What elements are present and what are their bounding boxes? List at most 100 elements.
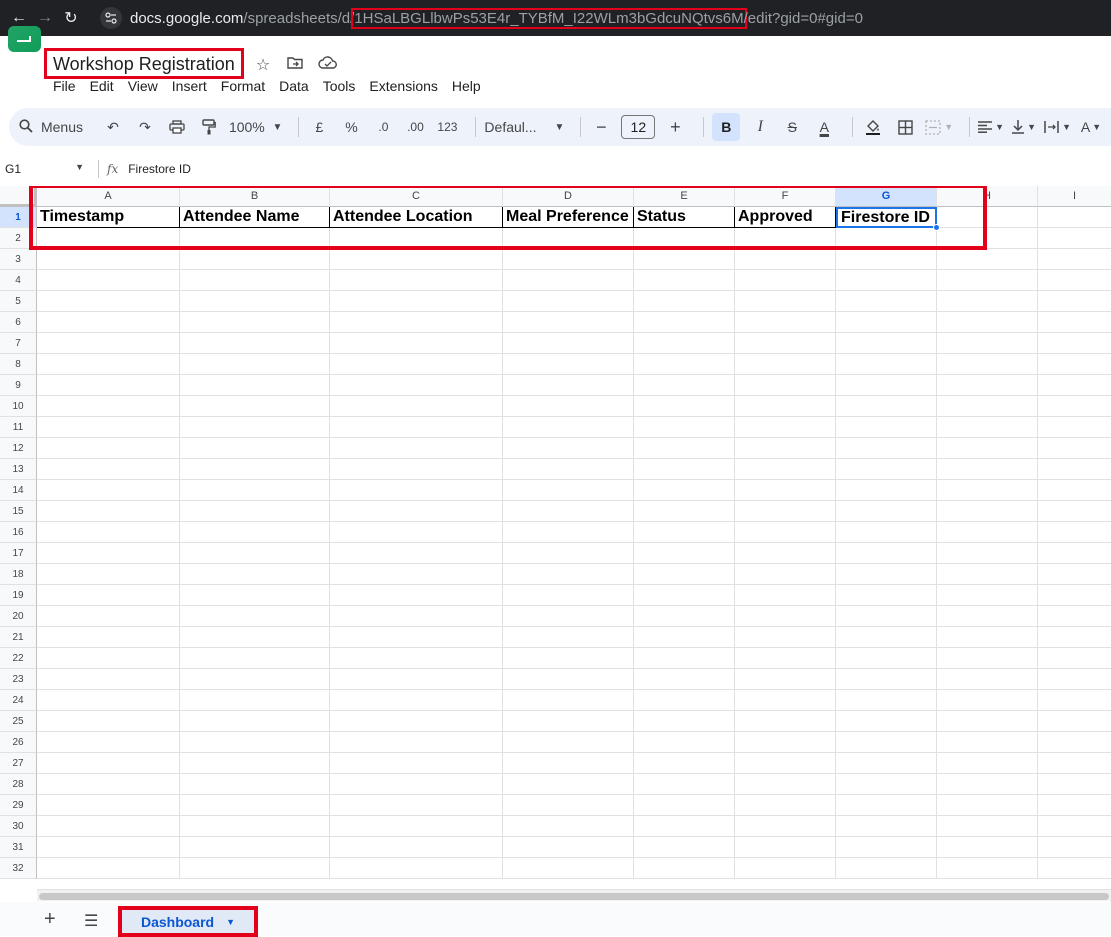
- grid-cell[interactable]: [836, 543, 937, 564]
- grid-cell[interactable]: [937, 627, 1038, 648]
- grid-cell[interactable]: [37, 396, 180, 417]
- grid-cell[interactable]: [1038, 732, 1111, 753]
- grid-cell[interactable]: [1038, 375, 1111, 396]
- grid-cell[interactable]: [180, 585, 330, 606]
- grid-cell[interactable]: [330, 753, 503, 774]
- row-header-26[interactable]: 26: [0, 732, 37, 753]
- grid-cell[interactable]: [735, 417, 836, 438]
- grid-cell[interactable]: [735, 858, 836, 879]
- vertical-align-icon[interactable]: ▼: [1012, 113, 1036, 141]
- row-header-17[interactable]: 17: [0, 543, 37, 564]
- grid-cell[interactable]: [735, 480, 836, 501]
- grid-cell[interactable]: [180, 459, 330, 480]
- grid-cell[interactable]: [37, 438, 180, 459]
- row-header-6[interactable]: 6: [0, 312, 37, 333]
- grid-cell[interactable]: [634, 858, 735, 879]
- grid-cell[interactable]: [634, 354, 735, 375]
- grid-cell[interactable]: [330, 774, 503, 795]
- grid-cell[interactable]: [937, 396, 1038, 417]
- grid-cell[interactable]: [180, 564, 330, 585]
- grid-cell[interactable]: [180, 627, 330, 648]
- grid-cell[interactable]: [1038, 396, 1111, 417]
- menu-view[interactable]: View: [128, 78, 158, 94]
- grid-cell[interactable]: [503, 375, 634, 396]
- grid-cell[interactable]: [634, 669, 735, 690]
- grid-cell[interactable]: [37, 522, 180, 543]
- grid-cell[interactable]: [634, 480, 735, 501]
- grid-cell[interactable]: [1038, 228, 1111, 249]
- spreadsheet-grid[interactable]: A B C D E F G H I 1 Timestamp Attendee Name Attendee…: [0, 186, 1111, 888]
- header-cell[interactable]: Timestamp: [37, 207, 180, 228]
- grid-cell[interactable]: [180, 669, 330, 690]
- grid-cell[interactable]: [836, 837, 937, 858]
- grid-cell[interactable]: [937, 270, 1038, 291]
- grid-cell[interactable]: [735, 459, 836, 480]
- grid-cell[interactable]: [836, 459, 937, 480]
- column-header-c[interactable]: C: [330, 186, 503, 207]
- grid-cell[interactable]: [503, 564, 634, 585]
- grid-cell[interactable]: [937, 669, 1038, 690]
- grid-cell[interactable]: [937, 858, 1038, 879]
- grid-cell[interactable]: [503, 711, 634, 732]
- grid-cell[interactable]: [503, 312, 634, 333]
- grid-cell[interactable]: [330, 627, 503, 648]
- row-header-20[interactable]: 20: [0, 606, 37, 627]
- grid-cell[interactable]: [1038, 501, 1111, 522]
- grid-cell[interactable]: [180, 732, 330, 753]
- grid-cell[interactable]: [330, 543, 503, 564]
- row-header-14[interactable]: 14: [0, 480, 37, 501]
- grid-cell[interactable]: [836, 501, 937, 522]
- grid-cell[interactable]: [634, 564, 735, 585]
- grid-cell[interactable]: [37, 228, 180, 249]
- grid-cell[interactable]: [1038, 669, 1111, 690]
- grid-cell[interactable]: [836, 291, 937, 312]
- grid-cell[interactable]: [1038, 522, 1111, 543]
- fill-color-icon[interactable]: [861, 113, 885, 141]
- number-format-button[interactable]: 123: [435, 113, 459, 141]
- grid-cell[interactable]: [37, 732, 180, 753]
- grid-cell[interactable]: [37, 543, 180, 564]
- font-size-input[interactable]: 12: [621, 113, 656, 141]
- grid-cell[interactable]: [180, 753, 330, 774]
- grid-cell[interactable]: [735, 543, 836, 564]
- grid-cell[interactable]: [1038, 333, 1111, 354]
- grid-cell[interactable]: [330, 795, 503, 816]
- grid-cell[interactable]: [503, 417, 634, 438]
- grid-cell[interactable]: [735, 501, 836, 522]
- grid-cell[interactable]: [37, 858, 180, 879]
- grid-cell[interactable]: [937, 417, 1038, 438]
- strikethrough-button[interactable]: S: [780, 113, 804, 141]
- cloud-status-icon[interactable]: [318, 55, 337, 75]
- grid-cell[interactable]: [37, 795, 180, 816]
- grid-cell[interactable]: [634, 270, 735, 291]
- header-cell[interactable]: Attendee Location: [330, 207, 503, 228]
- address-bar[interactable]: docs.google.com/spreadsheets/d/1HSaLBGLl…: [96, 4, 1111, 32]
- row-header-2[interactable]: 2: [0, 228, 37, 249]
- grid-cell[interactable]: [634, 774, 735, 795]
- grid-cell[interactable]: [836, 795, 937, 816]
- grid-cell[interactable]: [1038, 312, 1111, 333]
- grid-cell[interactable]: [735, 669, 836, 690]
- grid-cell[interactable]: [634, 585, 735, 606]
- grid-cell[interactable]: [180, 858, 330, 879]
- grid-cell[interactable]: [937, 816, 1038, 837]
- grid-cell[interactable]: [735, 753, 836, 774]
- grid-cell[interactable]: [37, 291, 180, 312]
- grid-cell[interactable]: [330, 291, 503, 312]
- row-header-13[interactable]: 13: [0, 459, 37, 480]
- menus-search-button[interactable]: Menus: [19, 113, 93, 141]
- grid-cell[interactable]: [735, 837, 836, 858]
- grid-cell[interactable]: [735, 249, 836, 270]
- grid-cell[interactable]: [937, 732, 1038, 753]
- grid-cell[interactable]: [836, 480, 937, 501]
- row-header-32[interactable]: 32: [0, 858, 37, 879]
- grid-cell[interactable]: [1038, 690, 1111, 711]
- column-header-d[interactable]: D: [503, 186, 634, 207]
- grid-cell[interactable]: [634, 396, 735, 417]
- grid-cell[interactable]: [503, 774, 634, 795]
- grid-cell[interactable]: [1038, 354, 1111, 375]
- grid-cell[interactable]: [503, 585, 634, 606]
- grid-cell[interactable]: [180, 816, 330, 837]
- grid-cell[interactable]: [1038, 564, 1111, 585]
- menu-format[interactable]: Format: [221, 78, 265, 94]
